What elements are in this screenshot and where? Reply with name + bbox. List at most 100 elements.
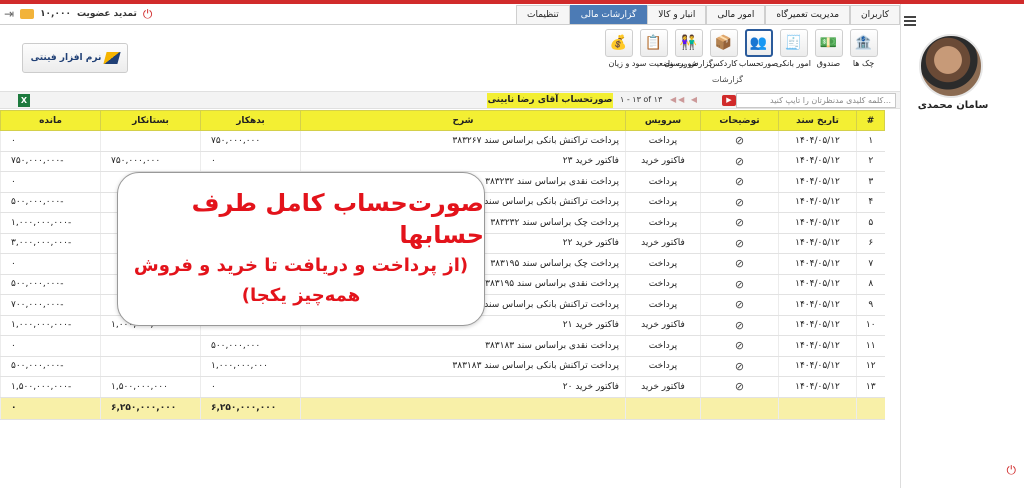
cell-service: فاکتور خرید bbox=[625, 233, 701, 254]
cell-balance: -۷۵۰,۰۰۰,۰۰۰ bbox=[0, 151, 101, 172]
cell-balance: -۱,۰۰۰,۰۰۰,۰۰۰ bbox=[0, 315, 101, 336]
tool-statement[interactable]: 👥 صورتحساب bbox=[739, 29, 778, 68]
cell-number: ۹ bbox=[856, 294, 885, 316]
statement-report-icon: 💰 bbox=[604, 29, 633, 57]
cell-number: ۴ bbox=[856, 192, 885, 213]
cell-balance: -۱,۰۰۰,۰۰۰,۰۰۰ bbox=[0, 212, 101, 234]
notes-icon[interactable]: ⊘ bbox=[700, 151, 779, 172]
cell-number: ۳ bbox=[856, 171, 885, 193]
statement-icon: 👥 bbox=[744, 29, 773, 57]
cell-service: پرداخت bbox=[625, 274, 701, 295]
tool-cashbox[interactable]: 💵 صندوق bbox=[812, 29, 845, 68]
logo-text: نرم افزار فینتی bbox=[30, 53, 102, 63]
col-header-debit[interactable]: بدهکار bbox=[200, 110, 301, 131]
account-statement-label: صورتحساب آقای رضا نایینی bbox=[487, 93, 613, 108]
total-debit: ۶,۲۵۰,۰۰۰,۰۰۰ bbox=[200, 397, 301, 420]
table-row[interactable]: ۱ ۱۴۰۴/۰۵/۱۲ ⊘ پرداخت پرداخت تراکنش بانکی بر… bbox=[0, 130, 885, 152]
page-info: ۱ - ۱۳ of ۱۳ bbox=[620, 95, 663, 104]
cell-number: ۱۱ bbox=[856, 335, 885, 357]
ribbon-toolbar: نرم افزار فینتی 🏦 چک ها 💵 صندوق 🧾 امور بانکی 👥… bbox=[0, 24, 900, 90]
col-header-description[interactable]: شرح bbox=[300, 110, 626, 131]
search-input[interactable]: کلمه کلیدی مدنظرتان را تایپ کنید... bbox=[736, 93, 896, 108]
notes-icon[interactable]: ⊘ bbox=[700, 192, 779, 213]
exit-icon[interactable]: ⇥ bbox=[4, 7, 14, 21]
total-empty-cell bbox=[700, 397, 779, 420]
renew-membership-link[interactable]: تمدید عضویت bbox=[77, 9, 137, 19]
cell-balance: ۰ bbox=[0, 253, 101, 275]
notes-icon[interactable]: ⊘ bbox=[700, 212, 779, 234]
tab-settings[interactable]: تنظیمات bbox=[516, 5, 570, 24]
cell-credit: ۱,۵۰۰,۰۰۰,۰۰۰ bbox=[100, 376, 201, 398]
profit-loss-icon: 📋 bbox=[639, 29, 668, 57]
notes-icon[interactable]: ⊘ bbox=[700, 294, 779, 316]
cell-number: ۷ bbox=[856, 253, 885, 275]
user-bar: ⇥ ۱۰,۰۰۰ تمدید عضویت ⏻ bbox=[0, 4, 152, 24]
cell-date: ۱۴۰۴/۰۵/۱۲ bbox=[778, 315, 857, 336]
col-header-service[interactable]: سرویس bbox=[625, 110, 701, 131]
cell-service: پرداخت bbox=[625, 192, 701, 213]
menu-icon[interactable] bbox=[904, 16, 916, 26]
excel-export-icon[interactable]: X bbox=[18, 94, 30, 107]
cell-description: فاکتور خرید ۲۳ bbox=[300, 151, 626, 172]
table-row[interactable]: ۱۱ ۱۴۰۴/۰۵/۱۲ ⊘ پرداخت پرداخت نقدی براساس سن… bbox=[0, 335, 885, 357]
notes-icon[interactable]: ⊘ bbox=[700, 274, 779, 295]
logout-power-icon[interactable]: ⏻ bbox=[1007, 463, 1017, 478]
notes-icon[interactable]: ⊘ bbox=[700, 335, 779, 357]
total-credit: ۶,۲۵۰,۰۰۰,۰۰۰ bbox=[100, 397, 201, 420]
cell-number: ۱۳ bbox=[856, 376, 885, 398]
tab-users[interactable]: کاربران bbox=[850, 5, 900, 24]
callout-line-2: (از پرداخت و دریافت تا خرید و فروش bbox=[133, 255, 469, 276]
main-tabs: کاربران مدیریت تعمیرگاه امور مالی انبار … bbox=[516, 5, 900, 24]
notes-icon[interactable]: ⊘ bbox=[700, 356, 779, 377]
notes-icon[interactable]: ⊘ bbox=[700, 315, 779, 336]
col-header-number[interactable]: # bbox=[856, 110, 885, 131]
cell-service: پرداخت bbox=[625, 356, 701, 377]
tab-financial-reports[interactable]: گزارشات مالی bbox=[569, 5, 648, 24]
tool-cheques[interactable]: 🏦 چک ها bbox=[847, 29, 880, 68]
cell-date: ۱۴۰۴/۰۵/۱۲ bbox=[778, 192, 857, 213]
cell-number: ۸ bbox=[856, 274, 885, 295]
cell-credit: ۷۵۰,۰۰۰,۰۰۰ bbox=[100, 151, 201, 172]
cell-number: ۵ bbox=[856, 212, 885, 234]
table-row[interactable]: ۲ ۱۴۰۴/۰۵/۱۲ ⊘ فاکتور خرید فاکتور خرید ۲۳ ۰ ۷۵… bbox=[0, 151, 885, 172]
video-help-icon[interactable]: ▶ bbox=[722, 95, 736, 106]
cell-service: فاکتور خرید bbox=[625, 376, 701, 398]
tool-personnel-report[interactable]: 👫 گزارش پرسنل bbox=[664, 29, 713, 68]
tab-inventory[interactable]: انبار و کالا bbox=[647, 5, 707, 24]
tool-cardex[interactable]: 📦 کاردکس bbox=[707, 29, 740, 68]
cell-debit: ۰ bbox=[200, 151, 301, 172]
cell-service: پرداخت bbox=[625, 130, 701, 152]
cell-date: ۱۴۰۴/۰۵/۱۲ bbox=[778, 130, 857, 152]
tab-garage-management[interactable]: مدیریت تعمیرگاه bbox=[765, 5, 851, 24]
total-empty-cell bbox=[856, 397, 885, 420]
cell-service: پرداخت bbox=[625, 294, 701, 316]
col-header-date[interactable]: تاریخ سند bbox=[778, 110, 857, 131]
total-empty-cell bbox=[778, 397, 857, 420]
notes-icon[interactable]: ⊘ bbox=[700, 253, 779, 275]
notes-icon[interactable]: ⊘ bbox=[700, 376, 779, 398]
notes-icon[interactable]: ⊘ bbox=[700, 130, 779, 152]
cell-service: فاکتور خرید bbox=[625, 151, 701, 172]
cell-date: ۱۴۰۴/۰۵/۱۲ bbox=[778, 253, 857, 275]
table-row[interactable]: ۱۲ ۱۴۰۴/۰۵/۱۲ ⊘ پرداخت پرداخت تراکنش بانکی ب… bbox=[0, 356, 885, 377]
cell-credit bbox=[100, 130, 201, 152]
tab-financial-affairs[interactable]: امور مالی bbox=[706, 5, 766, 24]
cell-number: ۱۰ bbox=[856, 315, 885, 336]
bank-affairs-icon: 🧾 bbox=[779, 29, 808, 57]
cashbox-icon: 💵 bbox=[814, 29, 843, 57]
col-header-notes[interactable]: توضیحات bbox=[700, 110, 779, 131]
col-header-balance[interactable]: مانده bbox=[0, 110, 101, 131]
cell-date: ۱۴۰۴/۰۵/۱۲ bbox=[778, 171, 857, 193]
notes-icon[interactable]: ⊘ bbox=[700, 171, 779, 193]
cell-debit: ۰ bbox=[200, 376, 301, 398]
table-row[interactable]: ۱۳ ۱۴۰۴/۰۵/۱۲ ⊘ فاکتور خرید فاکتور خرید ۲۰ ۰ ۱… bbox=[0, 376, 885, 398]
pager-arrows[interactable]: ◀◀ ◀ bbox=[670, 95, 699, 104]
cell-date: ۱۴۰۴/۰۵/۱۲ bbox=[778, 151, 857, 172]
logo-mark-icon bbox=[103, 52, 121, 64]
tool-label: کاردکس bbox=[709, 59, 738, 68]
notes-icon[interactable]: ⊘ bbox=[700, 233, 779, 254]
tool-label: چک ها bbox=[852, 59, 875, 68]
power-icon[interactable]: ⏻ bbox=[143, 7, 153, 22]
tool-bank-affairs[interactable]: 🧾 امور بانکی bbox=[776, 29, 811, 68]
col-header-credit[interactable]: بستانکار bbox=[100, 110, 201, 131]
